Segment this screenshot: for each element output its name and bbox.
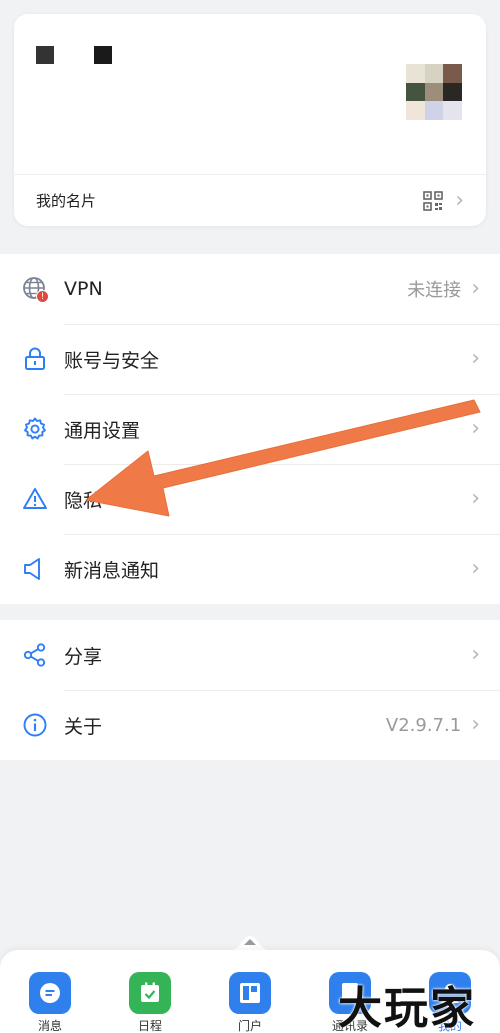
menu-item-label: 新消息通知 xyxy=(64,559,160,582)
share-icon xyxy=(22,642,48,668)
speaker-icon xyxy=(22,556,48,582)
tab-label: 日程 xyxy=(137,1019,162,1033)
portal-icon xyxy=(229,972,271,1014)
chevron-right-icon: › xyxy=(471,346,480,371)
chevron-right-icon: › xyxy=(471,642,480,667)
profile-name-redacted xyxy=(94,46,112,64)
chevron-right-icon: › xyxy=(471,712,480,737)
chevron-right-icon: › xyxy=(471,276,480,301)
section-gap xyxy=(0,240,500,254)
menu-item-notifications[interactable]: 新消息通知 › xyxy=(0,534,500,604)
section-gap xyxy=(0,604,500,620)
info-icon xyxy=(22,712,48,738)
qr-code-icon[interactable] xyxy=(423,190,443,211)
menu-item-label: VPN xyxy=(64,278,103,300)
chevron-right-icon: › xyxy=(455,187,464,213)
menu-item-label: 隐私 xyxy=(64,489,103,512)
pull-up-handle[interactable] xyxy=(222,930,278,952)
menu-item-vpn[interactable]: ! VPN 未连接 › xyxy=(0,254,500,324)
avatar[interactable] xyxy=(406,64,462,120)
vpn-alert-badge: ! xyxy=(36,290,49,303)
chevron-right-icon: › xyxy=(471,486,480,511)
menu-item-label: 关于 xyxy=(64,715,103,738)
watermark-text: 大玩家 xyxy=(338,983,476,1033)
calendar-icon xyxy=(129,972,171,1014)
tab-label: 消息 xyxy=(37,1019,62,1033)
my-card-row[interactable]: 我的名片 › xyxy=(14,175,486,226)
settings-group-main: ! VPN 未连接 › 账号与安全 › 通用设置 › 隐私 › 新消息通知 › xyxy=(0,254,500,604)
menu-item-privacy[interactable]: 隐私 › xyxy=(0,464,500,534)
globe-icon: ! xyxy=(22,276,49,303)
tab-messages[interactable]: 消息 xyxy=(0,972,100,1033)
menu-item-account-security[interactable]: 账号与安全 › xyxy=(0,324,500,394)
profile-section: 我的名片 › xyxy=(0,0,500,240)
chevron-right-icon: › xyxy=(471,556,480,581)
my-card-label: 我的名片 xyxy=(36,192,97,210)
lock-icon xyxy=(22,346,48,372)
vpn-status: 未连接 xyxy=(407,280,462,301)
settings-group-misc: 分享 › 关于 V2.9.7.1 › xyxy=(0,620,500,760)
menu-item-label: 通用设置 xyxy=(64,419,141,442)
tab-label: 门户 xyxy=(237,1019,262,1033)
version-number: V2.9.7.1 xyxy=(385,714,462,736)
menu-item-general-settings[interactable]: 通用设置 › xyxy=(0,394,500,464)
tab-schedule[interactable]: 日程 xyxy=(100,972,200,1033)
profile-card[interactable]: 我的名片 › xyxy=(14,14,486,226)
profile-name-redacted xyxy=(36,46,54,64)
chevron-right-icon: › xyxy=(471,416,480,441)
message-icon xyxy=(29,972,71,1014)
gear-icon xyxy=(22,416,48,442)
menu-item-label: 分享 xyxy=(64,645,103,668)
warning-icon xyxy=(22,486,48,512)
menu-item-about[interactable]: 关于 V2.9.7.1 › xyxy=(0,690,500,760)
menu-item-label: 账号与安全 xyxy=(64,349,160,372)
menu-item-share[interactable]: 分享 › xyxy=(0,620,500,690)
tab-portal[interactable]: 门户 xyxy=(200,972,300,1033)
